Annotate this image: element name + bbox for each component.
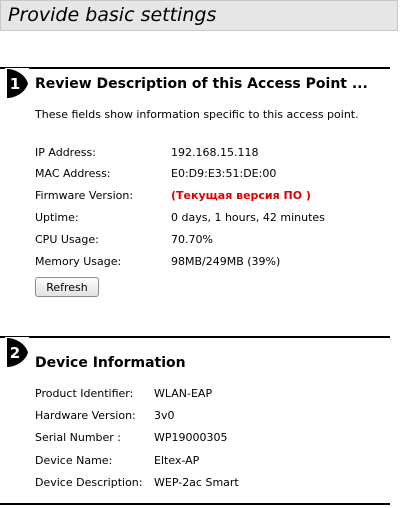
device-name-value: Eltex-AP xyxy=(154,454,200,467)
ip-address-label: IP Address: xyxy=(35,146,96,159)
serial-number-value: WP19000305 xyxy=(154,431,228,444)
section-divider xyxy=(0,336,390,338)
access-point-intro: These fields show information specific t… xyxy=(35,108,359,121)
uptime-value: 0 days, 1 hours, 42 minutes xyxy=(171,211,325,224)
step-1-badge-icon: 1 xyxy=(5,68,29,99)
refresh-button[interactable]: Refresh xyxy=(35,277,99,297)
firmware-version-value: (Текущая версия ПО ) xyxy=(171,189,311,202)
uptime-label: Uptime: xyxy=(35,211,79,224)
step-2-badge-icon: 2 xyxy=(5,337,29,368)
serial-number-label: Serial Number : xyxy=(35,431,122,444)
section-divider xyxy=(0,67,390,69)
cpu-usage-value: 70.70% xyxy=(171,233,213,246)
device-description-value: WEP-2ac Smart xyxy=(154,476,239,489)
hardware-version-label: Hardware Version: xyxy=(35,409,136,422)
device-info-section-title: Device Information xyxy=(35,355,186,371)
mac-address-value: E0:D9:E3:51:DE:00 xyxy=(171,167,277,180)
product-identifier-label: Product Identifier: xyxy=(35,387,134,400)
step-1-number: 1 xyxy=(10,75,20,93)
firmware-version-label: Firmware Version: xyxy=(35,189,134,202)
step-2-number: 2 xyxy=(10,344,20,362)
product-identifier-value: WLAN-EAP xyxy=(154,387,213,400)
access-point-section-title: Review Description of this Access Point … xyxy=(35,76,368,92)
device-name-label: Device Name: xyxy=(35,454,113,467)
memory-usage-label: Memory Usage: xyxy=(35,255,122,268)
mac-address-label: MAC Address: xyxy=(35,167,111,180)
ip-address-value: 192.168.15.118 xyxy=(171,146,259,159)
page-header: Provide basic settings xyxy=(0,0,398,31)
cpu-usage-label: CPU Usage: xyxy=(35,233,99,246)
hardware-version-value: 3v0 xyxy=(154,409,175,422)
page-title: Provide basic settings xyxy=(8,4,217,26)
memory-usage-value: 98MB/249MB (39%) xyxy=(171,255,281,268)
section-divider xyxy=(0,503,390,505)
device-description-label: Device Description: xyxy=(35,476,143,489)
